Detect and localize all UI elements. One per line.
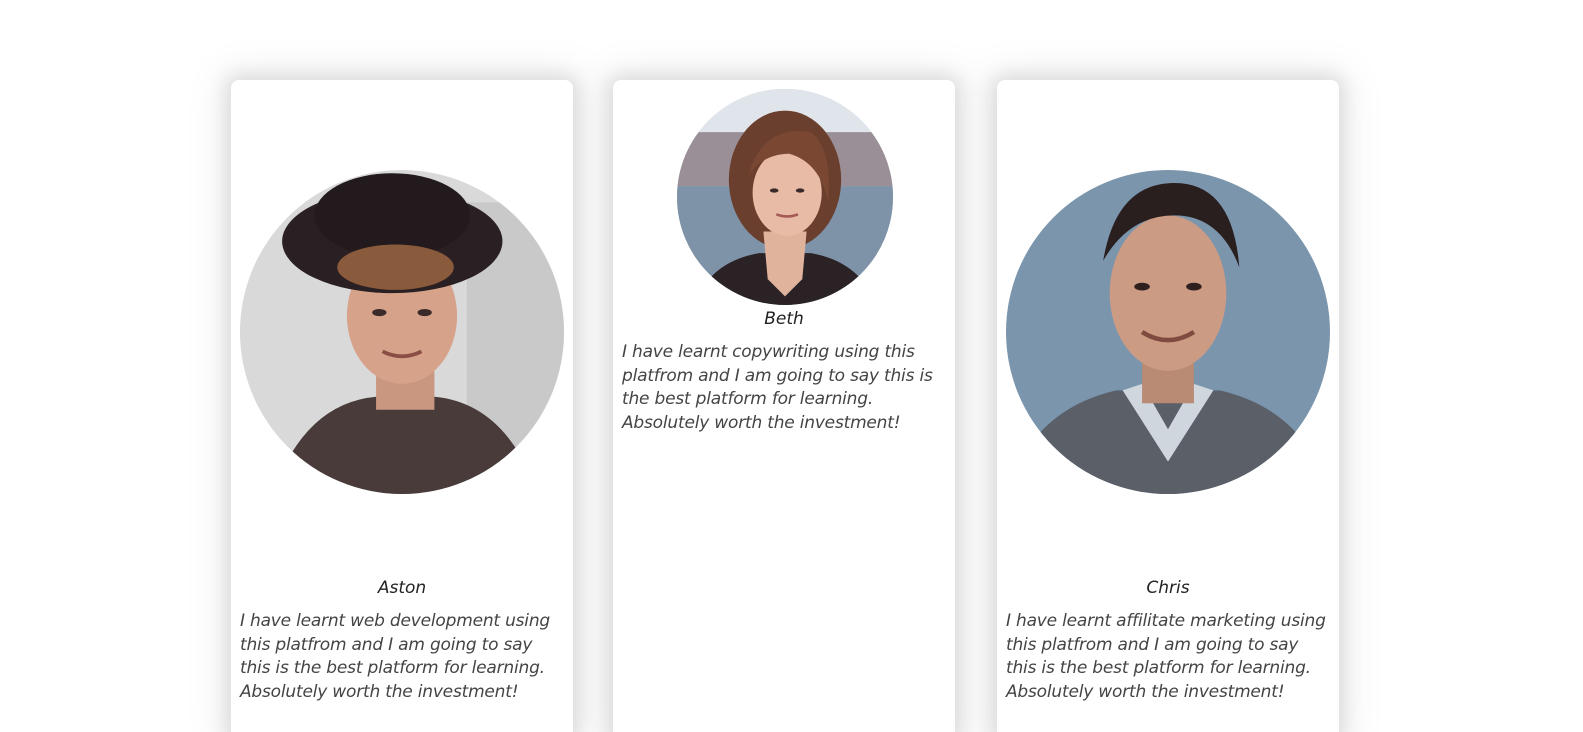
- testimonial-quote: I have learnt copywriting using this pla…: [622, 342, 933, 433]
- avatar: [1006, 170, 1330, 494]
- avatar-photo-chris: [1006, 170, 1330, 494]
- testimonial-card-aston: Aston I have learnt web development usin…: [231, 80, 573, 732]
- testimonial-card-beth: Beth I have learnt copywriting using thi…: [613, 80, 955, 732]
- testimonial-quote: I have learnt web development using this…: [240, 611, 550, 702]
- avatar: [677, 89, 893, 305]
- avatar-photo-aston: [240, 170, 564, 494]
- testimonials-section: Aston I have learnt web development usin…: [0, 0, 1583, 732]
- testimonial-quote: I have learnt affilitate marketing using…: [1006, 611, 1326, 702]
- avatar: [240, 170, 564, 494]
- testimonial-card-chris: Chris I have learnt affilitate marketing…: [997, 80, 1339, 732]
- testimonial-name: Aston: [377, 578, 427, 598]
- testimonial-name: Beth: [764, 309, 804, 329]
- avatar-photo-beth: [677, 89, 893, 305]
- testimonial-name: Chris: [1146, 578, 1190, 598]
